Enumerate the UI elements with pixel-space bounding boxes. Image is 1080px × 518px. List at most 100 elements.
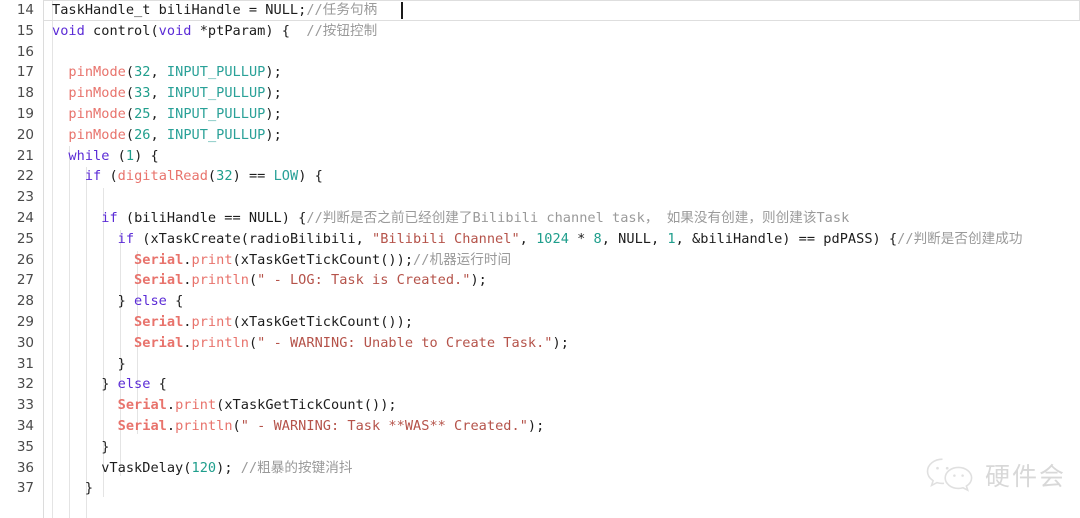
token-constant: INPUT_PULLUP [166,126,266,143]
line-number: 35 [16,438,34,455]
token-keyword: void [52,22,85,39]
line-number: 34 [16,418,34,434]
token-string: " - WARNING: Unable to Create Task." [257,334,553,351]
line-number: 28 [16,293,34,310]
code-line[interactable]: Serial.println(" - LOG: Task is Created.… [44,270,1080,291]
line-number: 17 [16,64,34,81]
code-line[interactable]: } else { [44,374,1080,395]
line-number: 27 [16,272,34,289]
token-comment: //按钮控制 [306,22,378,39]
token-number: 1 [125,147,135,164]
line-number: 37 [16,480,34,497]
code-line[interactable] [44,187,1080,208]
token-function: digitalRead [117,168,208,185]
token-object: Serial [117,397,167,414]
code-line[interactable]: pinMode(26, INPUT_PULLUP); [44,125,1080,146]
token-constant: INPUT_PULLUP [166,106,266,122]
token-comment: //粗暴的按键消抖 [240,459,353,476]
line-number: 14 [16,2,34,18]
line-number: 33 [16,397,34,414]
line-number: 23 [16,189,34,206]
code-line[interactable]: while (1) { [44,146,1080,167]
code-line[interactable]: if (biliHandle == NULL) {//判断是否之前已经创建了Bi… [44,208,1080,229]
line-number: 16 [16,43,34,60]
code-line[interactable]: Serial.print(xTaskGetTickCount());//机器运行… [44,250,1080,271]
token-keyword: else [117,376,151,393]
code-line[interactable]: } [44,437,1080,458]
code-line[interactable]: Serial.print(xTaskGetTickCount()); [44,312,1080,333]
token-function: pinMode [68,106,126,122]
line-number: 26 [16,251,34,268]
token-number: 1024 [536,230,569,247]
token-constant: INPUT_PULLUP [166,64,266,81]
token-comment: //判断是否之前已经创建了Bilibili channel task， 如果没有… [306,210,850,226]
token-string: " - WARNING: Task **WAS** Created." [240,418,528,434]
token-function: pinMode [68,64,126,81]
token-method: print [191,314,233,330]
code-line[interactable]: Serial.println(" - WARNING: Task **WAS**… [44,416,1080,437]
token-constant: LOW [273,168,299,185]
token-string: " - LOG: Task is Created." [257,272,471,289]
token-number: 25 [134,106,151,122]
code-line[interactable]: } [44,354,1080,375]
code-line[interactable]: vTaskDelay(120); //粗暴的按键消抖 [44,458,1080,479]
token-object: Serial [134,334,184,351]
token-object: Serial [134,251,184,268]
line-number: 24 [16,210,34,226]
token-method: println [191,272,249,289]
token-method: println [191,334,249,351]
token-keyword: if [117,230,135,247]
line-number: 21 [16,147,34,164]
token-keyword: if [101,210,118,226]
line-number: 29 [16,314,34,330]
token-comment: //机器运行时间 [413,251,512,268]
token-number: 32 [134,64,151,81]
token-keyword: else [134,293,167,310]
code-line[interactable]: pinMode(32, INPUT_PULLUP); [44,62,1080,83]
code-line[interactable]: void control(void *ptParam) { //按钮控制 [44,21,1080,42]
line-number: 18 [16,85,34,102]
line-number: 22 [16,168,34,185]
token-keyword: while [68,147,110,164]
token-number: 32 [216,168,233,185]
text-cursor [401,2,403,19]
token-number: 8 [593,230,602,247]
token-number: 33 [134,85,151,102]
token-string: "Bilibili Channel" [371,230,520,247]
code-line[interactable]: } else { [44,291,1080,312]
code-line[interactable]: if (digitalRead(32) == LOW) { [44,166,1080,187]
code-line[interactable]: pinMode(25, INPUT_PULLUP); [44,104,1080,125]
line-number-gutter: 14 15 16 17 18 19 20 21 22 23 24 25 26 2… [0,0,44,518]
token-number: 1 [667,230,676,247]
token-type: TaskHandle_t biliHandle = NULL; [52,2,307,18]
code-line[interactable]: } [44,478,1080,499]
line-number: 25 [16,230,34,247]
token-method: println [175,418,233,434]
token-object: Serial [134,314,184,330]
code-line[interactable]: Serial.print(xTaskGetTickCount()); [44,395,1080,416]
token-function: pinMode [68,126,126,143]
line-number: 36 [16,459,34,476]
code-editor[interactable]: 14 15 16 17 18 19 20 21 22 23 24 25 26 2… [0,0,1080,518]
token-comment: //任务句柄 [306,2,378,18]
token-method: print [175,397,217,414]
token-constant: INPUT_PULLUP [166,85,266,102]
line-number: 20 [16,126,34,143]
code-line[interactable] [44,42,1080,63]
token-function: pinMode [68,85,126,102]
line-number: 31 [16,355,34,372]
line-number: 19 [16,106,34,122]
code-line[interactable]: pinMode(33, INPUT_PULLUP); [44,83,1080,104]
token-keyword: if [84,168,102,185]
code-content[interactable]: TaskHandle_t biliHandle = NULL;//任务句柄 vo… [44,0,1080,518]
code-line[interactable]: if (xTaskCreate(radioBilibili, "Bilibili… [44,229,1080,250]
token-object: Serial [117,418,167,434]
token-number: 26 [134,126,151,143]
code-line[interactable]: Serial.println(" - WARNING: Unable to Cr… [44,333,1080,354]
line-number: 30 [16,334,34,351]
token-method: print [191,251,233,268]
line-number: 32 [16,376,34,393]
code-line[interactable]: TaskHandle_t biliHandle = NULL;//任务句柄 [44,0,1080,21]
token-keyword: void [158,22,192,39]
line-number: 15 [16,22,34,39]
